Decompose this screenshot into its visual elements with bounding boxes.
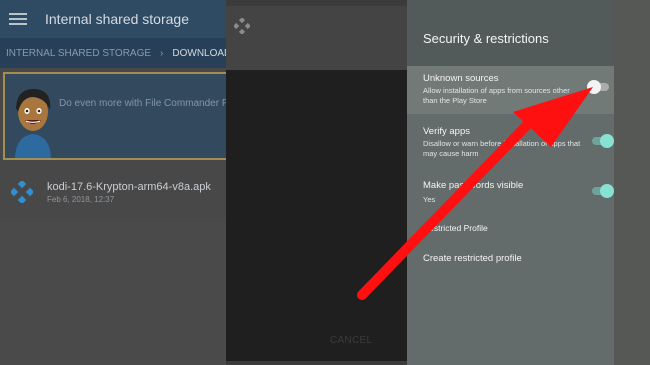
menu-icon[interactable] (9, 10, 27, 28)
avatar (15, 88, 51, 158)
install-dialog: CANCEL (226, 6, 407, 361)
setting-title: Make passwords visible (423, 180, 524, 191)
security-settings-panel: Security & restrictions Unknown sources … (407, 0, 614, 365)
setting-make-passwords-visible[interactable]: Make passwords visible Yes (407, 176, 614, 212)
panel-header: Security & restrictions (407, 0, 614, 66)
setting-title: Create restricted profile (423, 253, 522, 264)
file-name: kodi-17.6-Krypton-arm64-v8a.apk (47, 180, 211, 193)
passwords-visible-toggle[interactable] (592, 184, 614, 198)
kodi-icon (11, 181, 33, 203)
breadcrumb-current[interactable]: DOWNLOAD (172, 48, 231, 59)
breadcrumb-root[interactable]: INTERNAL SHARED STORAGE (6, 48, 151, 59)
setting-description-line-1: Disallow or warn before installation of … (423, 139, 581, 148)
file-manager-screen: Internal shared storage INTERNAL SHARED … (0, 0, 231, 365)
background-wall (614, 0, 650, 365)
file-date: Feb 6, 2018, 12:37 (47, 194, 115, 204)
promo-text: Do even more with File Commander Pre (59, 98, 226, 109)
setting-unknown-sources[interactable]: Unknown sources Allow installation of ap… (407, 66, 614, 114)
promo-banner[interactable]: Do even more with File Commander Pre (3, 72, 226, 160)
breadcrumb: INTERNAL SHARED STORAGE › DOWNLOAD (0, 38, 231, 68)
kodi-icon (234, 18, 250, 34)
setting-restricted-profile[interactable]: Restricted Profile (407, 218, 614, 240)
toggle-knob (600, 134, 614, 148)
setting-description-line-1: Allow installation of apps from sources … (423, 86, 570, 95)
toggle-knob (600, 184, 614, 198)
setting-description-line-2: than the Play Store (423, 96, 487, 105)
setting-title: Restricted Profile (423, 223, 488, 233)
setting-value: Yes (423, 195, 436, 204)
toggle-knob (587, 80, 601, 94)
app-bar: Internal shared storage (0, 0, 226, 38)
chevron-right-icon: › (160, 47, 164, 59)
setting-description-line-2: may cause harm (423, 149, 479, 158)
setting-create-restricted-profile[interactable]: Create restricted profile (407, 248, 614, 270)
panel-title: Security & restrictions (423, 31, 549, 46)
app-title: Internal shared storage (45, 11, 189, 27)
cancel-button[interactable]: CANCEL (330, 335, 372, 346)
setting-title: Verify apps (423, 126, 470, 137)
file-list-item[interactable]: kodi-17.6-Krypton-arm64-v8a.apk Feb 6, 2… (0, 168, 226, 216)
file-list-background (0, 220, 226, 365)
setting-verify-apps[interactable]: Verify apps Disallow or warn before inst… (407, 122, 614, 168)
verify-apps-toggle[interactable] (592, 134, 614, 148)
unknown-sources-toggle[interactable] (587, 80, 609, 94)
setting-title: Unknown sources (423, 73, 499, 84)
dialog-header (226, 6, 407, 70)
